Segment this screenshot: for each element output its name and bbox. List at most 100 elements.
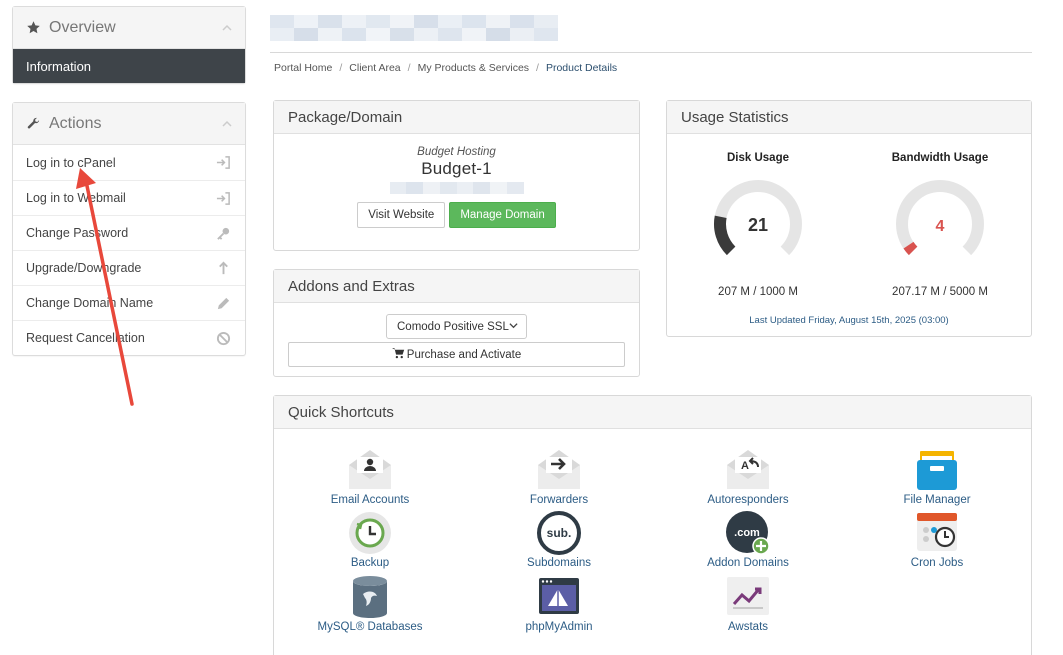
- shortcut-awstats[interactable]: Awstats: [678, 574, 818, 633]
- shortcut-label: Awstats: [727, 621, 769, 633]
- wrench-icon: [25, 116, 41, 132]
- shortcut-forwarders[interactable]: Forwarders: [489, 447, 629, 506]
- bandwidth-usage-value: 4: [936, 218, 945, 235]
- breadcrumb-separator: /: [339, 62, 343, 74]
- subdomains-icon: sub.: [537, 511, 581, 555]
- disk-fill: [714, 215, 736, 256]
- shortcut-mysql-databases[interactable]: MySQL® Databases: [300, 574, 440, 633]
- ban-icon: [215, 330, 231, 346]
- breadcrumb-my-products[interactable]: My Products & Services: [418, 62, 529, 74]
- usage-header: Usage Statistics: [667, 101, 1031, 134]
- file-manager-icon: [917, 451, 957, 490]
- action-label: Log in to cPanel: [26, 155, 116, 170]
- disk-usage-title: Disk Usage: [726, 152, 789, 164]
- key-icon: [215, 225, 231, 241]
- last-updated: Last Updated Friday, August 15th, 2025 (…: [749, 315, 949, 326]
- overview-panel: Overview Information: [12, 6, 246, 84]
- action-change-password[interactable]: Change Password: [13, 215, 245, 250]
- actions-panel: Actions Log in to cPanel Log in to Webma…: [12, 102, 246, 356]
- breadcrumb-separator: /: [536, 62, 539, 74]
- shortcut-label: Backup: [350, 557, 390, 569]
- breadcrumb-current: Product Details: [545, 62, 618, 74]
- svg-text:.com: .com: [734, 527, 760, 539]
- disk-usage-gauge: Disk Usage 21 207 M / 1000 M: [667, 152, 849, 298]
- action-request-cancellation[interactable]: Request Cancellation: [13, 320, 245, 355]
- shortcut-label: Autoresponders: [707, 494, 789, 506]
- awstats-icon: [727, 577, 769, 615]
- bandwidth-usage-gauge: Bandwidth Usage 4 207.17 M / 5000 M: [849, 152, 1031, 298]
- addons-card: Addons and Extras Comodo Positive SSL Pu…: [273, 269, 640, 377]
- usage-statistics-card: Usage Statistics Disk Usage 21 207 M / 1…: [666, 100, 1032, 337]
- action-login-cpanel[interactable]: Log in to cPanel: [13, 145, 245, 180]
- purchase-label: Purchase and Activate: [406, 348, 522, 361]
- package-buttons: Visit Website Manage Domain: [274, 202, 639, 228]
- arrow-up-icon: [215, 260, 231, 276]
- disk-usage-value: 21: [748, 215, 768, 235]
- package-group: Budget Hosting: [417, 146, 496, 158]
- backup-icon: [349, 512, 391, 554]
- disk-usage-dial: 21: [714, 180, 802, 256]
- overview-title: Overview: [49, 18, 116, 36]
- breadcrumb-portal-home[interactable]: Portal Home: [274, 62, 332, 74]
- sidebar: Overview Information Actions Log in to c…: [12, 6, 246, 374]
- addon-domains-icon: .com: [726, 511, 770, 555]
- shortcut-label: Subdomains: [527, 557, 591, 569]
- sidebar-item-information[interactable]: Information: [13, 49, 245, 83]
- manage-domain-button[interactable]: Manage Domain: [449, 202, 556, 228]
- usage-gauges: Disk Usage 21 207 M / 1000 M Bandwidth U…: [667, 152, 1031, 298]
- shortcut-subdomains[interactable]: sub. Subdomains: [489, 510, 629, 569]
- breadcrumb: Portal Home / Client Area / My Products …: [274, 62, 617, 74]
- action-login-webmail[interactable]: Log in to Webmail: [13, 180, 245, 215]
- chevron-up-icon[interactable]: [221, 21, 233, 33]
- package-domain-card: Package/Domain Budget Hosting Budget-1 V…: [273, 100, 640, 251]
- action-change-domain[interactable]: Change Domain Name: [13, 285, 245, 320]
- mysql-databases-icon: [353, 576, 387, 618]
- actions-title: Actions: [49, 114, 102, 132]
- shortcuts-grid: Email Accounts Forwarders A Autoresponde…: [274, 429, 1031, 655]
- disk-usage-detail: 207 M / 1000 M: [718, 286, 798, 298]
- shortcut-file-manager[interactable]: File Manager: [867, 447, 1007, 506]
- action-upgrade-downgrade[interactable]: Upgrade/Downgrade: [13, 250, 245, 285]
- title-divider: [270, 52, 1032, 53]
- quick-shortcuts-card: Quick Shortcuts Email Accounts Forwarder…: [273, 395, 1032, 655]
- bandwidth-usage-title: Bandwidth Usage: [891, 152, 989, 164]
- package-domain-header: Package/Domain: [274, 101, 639, 134]
- shortcut-phpmyadmin[interactable]: phpMyAdmin: [489, 574, 629, 633]
- email-accounts-icon: [349, 450, 391, 489]
- chevron-up-icon[interactable]: [221, 117, 233, 129]
- purchase-activate-button[interactable]: Purchase and Activate: [288, 342, 625, 367]
- actions-header[interactable]: Actions: [13, 103, 245, 145]
- sign-in-icon: [215, 155, 231, 171]
- pencil-icon: [215, 295, 231, 311]
- bandwidth-usage-detail: 207.17 M / 5000 M: [892, 286, 988, 298]
- addon-select-value: Comodo Positive SSL: [397, 320, 509, 333]
- page-title-redacted: [270, 15, 558, 41]
- package-name: Budget-1: [421, 159, 492, 178]
- shortcut-label: Email Accounts: [330, 494, 410, 506]
- shortcut-label: phpMyAdmin: [525, 621, 593, 633]
- svg-text:sub.: sub.: [547, 526, 572, 540]
- action-label: Log in to Webmail: [26, 191, 126, 205]
- shortcut-label: Cron Jobs: [910, 557, 964, 569]
- addon-select[interactable]: Comodo Positive SSL: [386, 314, 527, 339]
- action-label: Upgrade/Downgrade: [26, 261, 142, 275]
- autoresponders-icon: A: [727, 450, 769, 489]
- shortcut-label: MySQL® Databases: [317, 621, 423, 633]
- actions-list: Log in to cPanel Log in to Webmail Chang…: [13, 145, 245, 355]
- shortcut-backup[interactable]: Backup: [300, 510, 440, 569]
- phpmyadmin-icon: [539, 578, 579, 614]
- star-icon: [25, 20, 41, 36]
- shortcut-addon-domains[interactable]: .com Addon Domains: [678, 510, 818, 569]
- visit-website-button[interactable]: Visit Website: [357, 202, 446, 228]
- shortcut-label: Addon Domains: [707, 557, 789, 569]
- shortcut-cron-jobs[interactable]: Cron Jobs: [867, 510, 1007, 569]
- overview-header[interactable]: Overview: [13, 7, 245, 49]
- shortcut-autoresponders[interactable]: A Autoresponders: [678, 447, 818, 506]
- domain-name-redacted: [389, 182, 524, 194]
- svg-text:A: A: [741, 460, 749, 472]
- breadcrumb-client-area[interactable]: Client Area: [349, 62, 400, 74]
- shortcut-email-accounts[interactable]: Email Accounts: [300, 447, 440, 506]
- addons-header: Addons and Extras: [274, 270, 639, 303]
- chevron-down-icon: [509, 321, 518, 333]
- action-label: Change Domain Name: [26, 296, 154, 310]
